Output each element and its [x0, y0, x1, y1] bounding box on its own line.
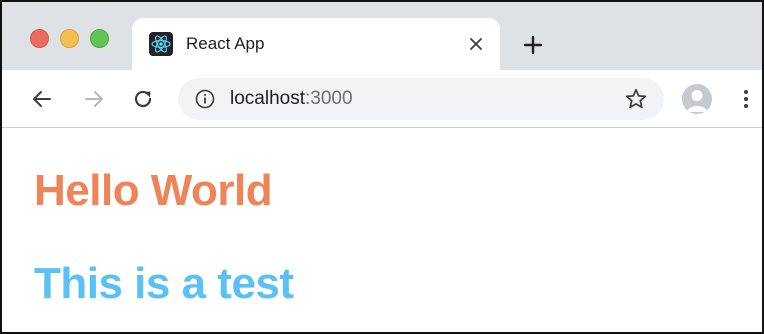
arrow-right-icon[interactable]: [82, 87, 106, 111]
star-icon[interactable]: [624, 87, 648, 111]
address-bar[interactable]: localhost:3000: [178, 78, 664, 120]
close-window-button[interactable]: [30, 29, 49, 48]
url-text: localhost:3000: [230, 88, 353, 110]
tab-react-app[interactable]: React App: [132, 18, 500, 70]
tab-title: React App: [186, 34, 265, 53]
arrow-left-icon[interactable]: [30, 87, 54, 111]
reload-icon[interactable]: [131, 87, 155, 111]
minimize-window-button[interactable]: [60, 29, 79, 48]
browser-window: React App localhost:3000 Hello World Thi…: [0, 0, 764, 334]
close-icon[interactable]: [466, 34, 486, 54]
more-vertical-icon[interactable]: [736, 87, 756, 111]
page-heading-primary: Hello World: [34, 166, 273, 215]
react-logo-icon: [149, 32, 173, 56]
title-bar: React App: [2, 2, 762, 70]
url-host: localhost: [230, 88, 305, 109]
profile-icon[interactable]: [682, 84, 712, 114]
url-port: :3000: [305, 88, 353, 109]
info-icon[interactable]: [194, 88, 216, 110]
plus-icon[interactable]: [522, 34, 544, 56]
browser-toolbar: localhost:3000: [2, 70, 762, 128]
maximize-window-button[interactable]: [90, 29, 109, 48]
page-content: Hello World This is a test: [2, 128, 762, 332]
page-heading-secondary: This is a test: [34, 259, 294, 308]
